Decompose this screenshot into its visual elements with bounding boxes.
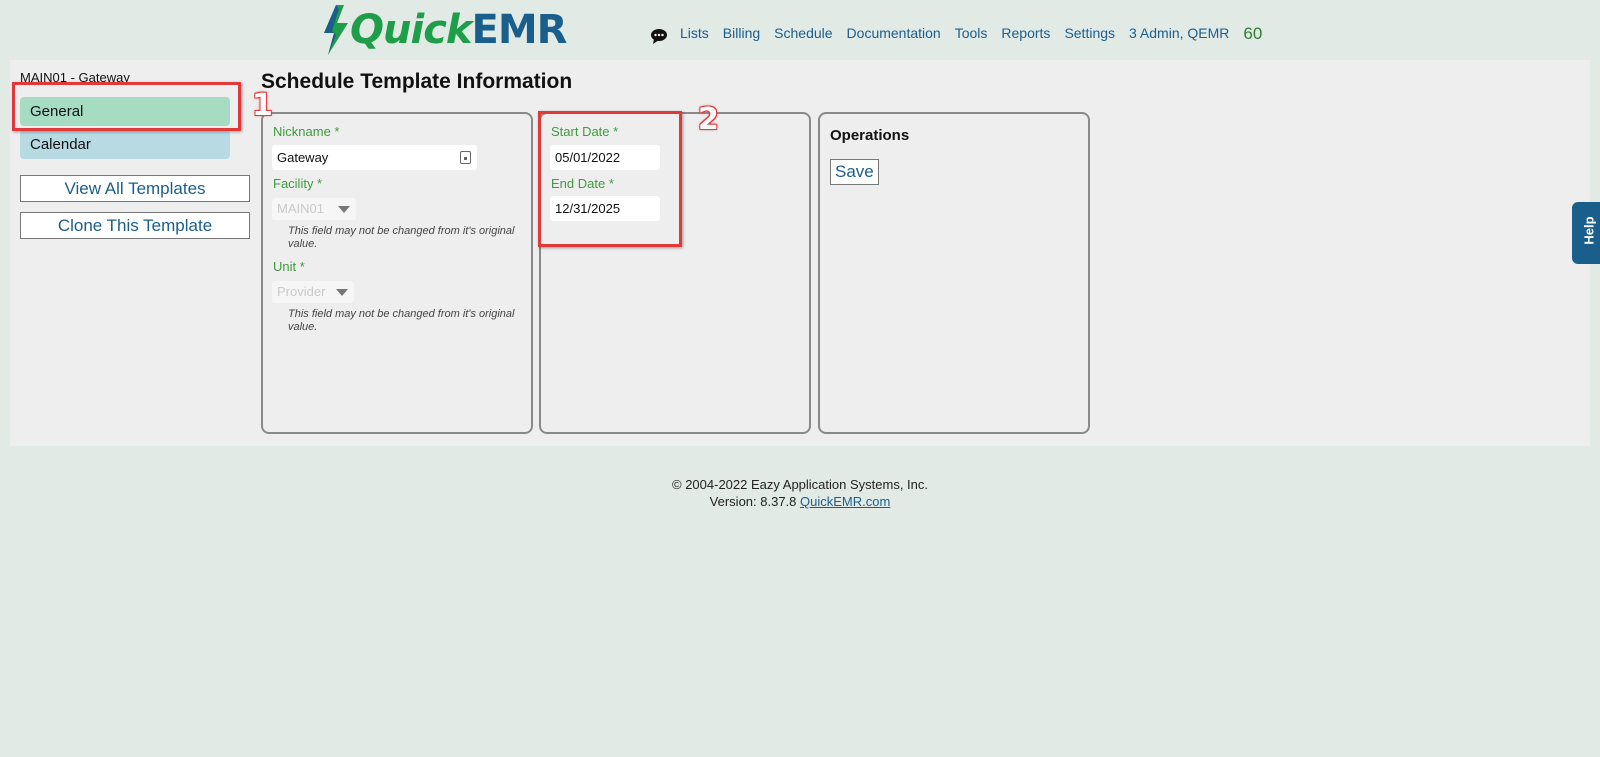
sidebar-item-calendar[interactable]: Calendar — [20, 130, 230, 159]
nav-schedule[interactable]: Schedule — [774, 25, 832, 41]
logo-wordmark: QuickEMR — [350, 7, 567, 53]
main-content: MAIN01 - Gateway General Calendar View A… — [10, 60, 1590, 446]
annotation-box-2 — [538, 111, 682, 247]
facility-label: Facility * — [273, 176, 323, 191]
quickemr-logo[interactable]: QuickEMR — [322, 4, 567, 56]
operations-title: Operations — [830, 127, 910, 144]
help-tab[interactable]: Help — [1572, 202, 1600, 264]
facility-select: MAIN01 — [272, 198, 356, 220]
id-card-icon[interactable] — [460, 151, 471, 164]
annotation-number-2: 2 — [698, 102, 719, 137]
general-fields-panel: Nickname * Gateway Facility * MAIN01 Thi… — [261, 112, 533, 434]
unit-label: Unit * — [273, 259, 305, 274]
unit-value: Provider — [277, 284, 326, 299]
nav-billing[interactable]: Billing — [723, 25, 760, 41]
nav-lists[interactable]: Lists — [680, 25, 709, 41]
view-all-templates-button[interactable]: View All Templates — [20, 175, 250, 202]
unit-note: This field may not be changed from it's … — [288, 308, 515, 333]
operations-panel: Operations Save — [818, 112, 1090, 434]
nav-tools[interactable]: Tools — [955, 25, 988, 41]
clone-template-button[interactable]: Clone This Template — [20, 212, 250, 239]
version-text: Version: 8.37.8 — [709, 494, 797, 509]
nav-user-account[interactable]: 3 Admin, QEMR — [1129, 25, 1229, 41]
session-counter: 60 — [1243, 24, 1263, 43]
annotation-number-1: 1 — [252, 88, 273, 123]
chat-icon[interactable] — [650, 28, 668, 44]
chevron-down-icon — [336, 289, 348, 296]
main-nav: Lists Billing Schedule Documentation Too… — [650, 22, 1262, 44]
unit-select: Provider — [272, 281, 354, 303]
app-header: QuickEMR Lists Billing Schedule Document… — [0, 0, 1600, 60]
help-label: Help — [1581, 216, 1597, 245]
chevron-down-icon — [338, 206, 350, 213]
nav-settings[interactable]: Settings — [1064, 25, 1115, 41]
version-line: Version: 8.37.8 QuickEMR.com — [0, 493, 1600, 510]
copyright-text: © 2004-2022 Eazy Application Systems, In… — [672, 477, 928, 492]
nav-reports[interactable]: Reports — [1001, 25, 1050, 41]
page-title: Schedule Template Information — [261, 70, 573, 93]
facility-note: This field may not be changed from it's … — [288, 225, 515, 250]
nickname-input[interactable]: Gateway — [272, 145, 477, 170]
quickemr-link[interactable]: QuickEMR.com — [800, 494, 890, 509]
nav-documentation[interactable]: Documentation — [847, 25, 941, 41]
lightning-bolt-icon — [324, 5, 348, 55]
annotation-box-1 — [12, 82, 241, 131]
nickname-label: Nickname * — [273, 124, 340, 139]
facility-value: MAIN01 — [277, 201, 324, 216]
footer: © 2004-2022 Eazy Application Systems, In… — [0, 476, 1600, 510]
nickname-value: Gateway — [277, 150, 329, 165]
save-button[interactable]: Save — [830, 159, 879, 185]
